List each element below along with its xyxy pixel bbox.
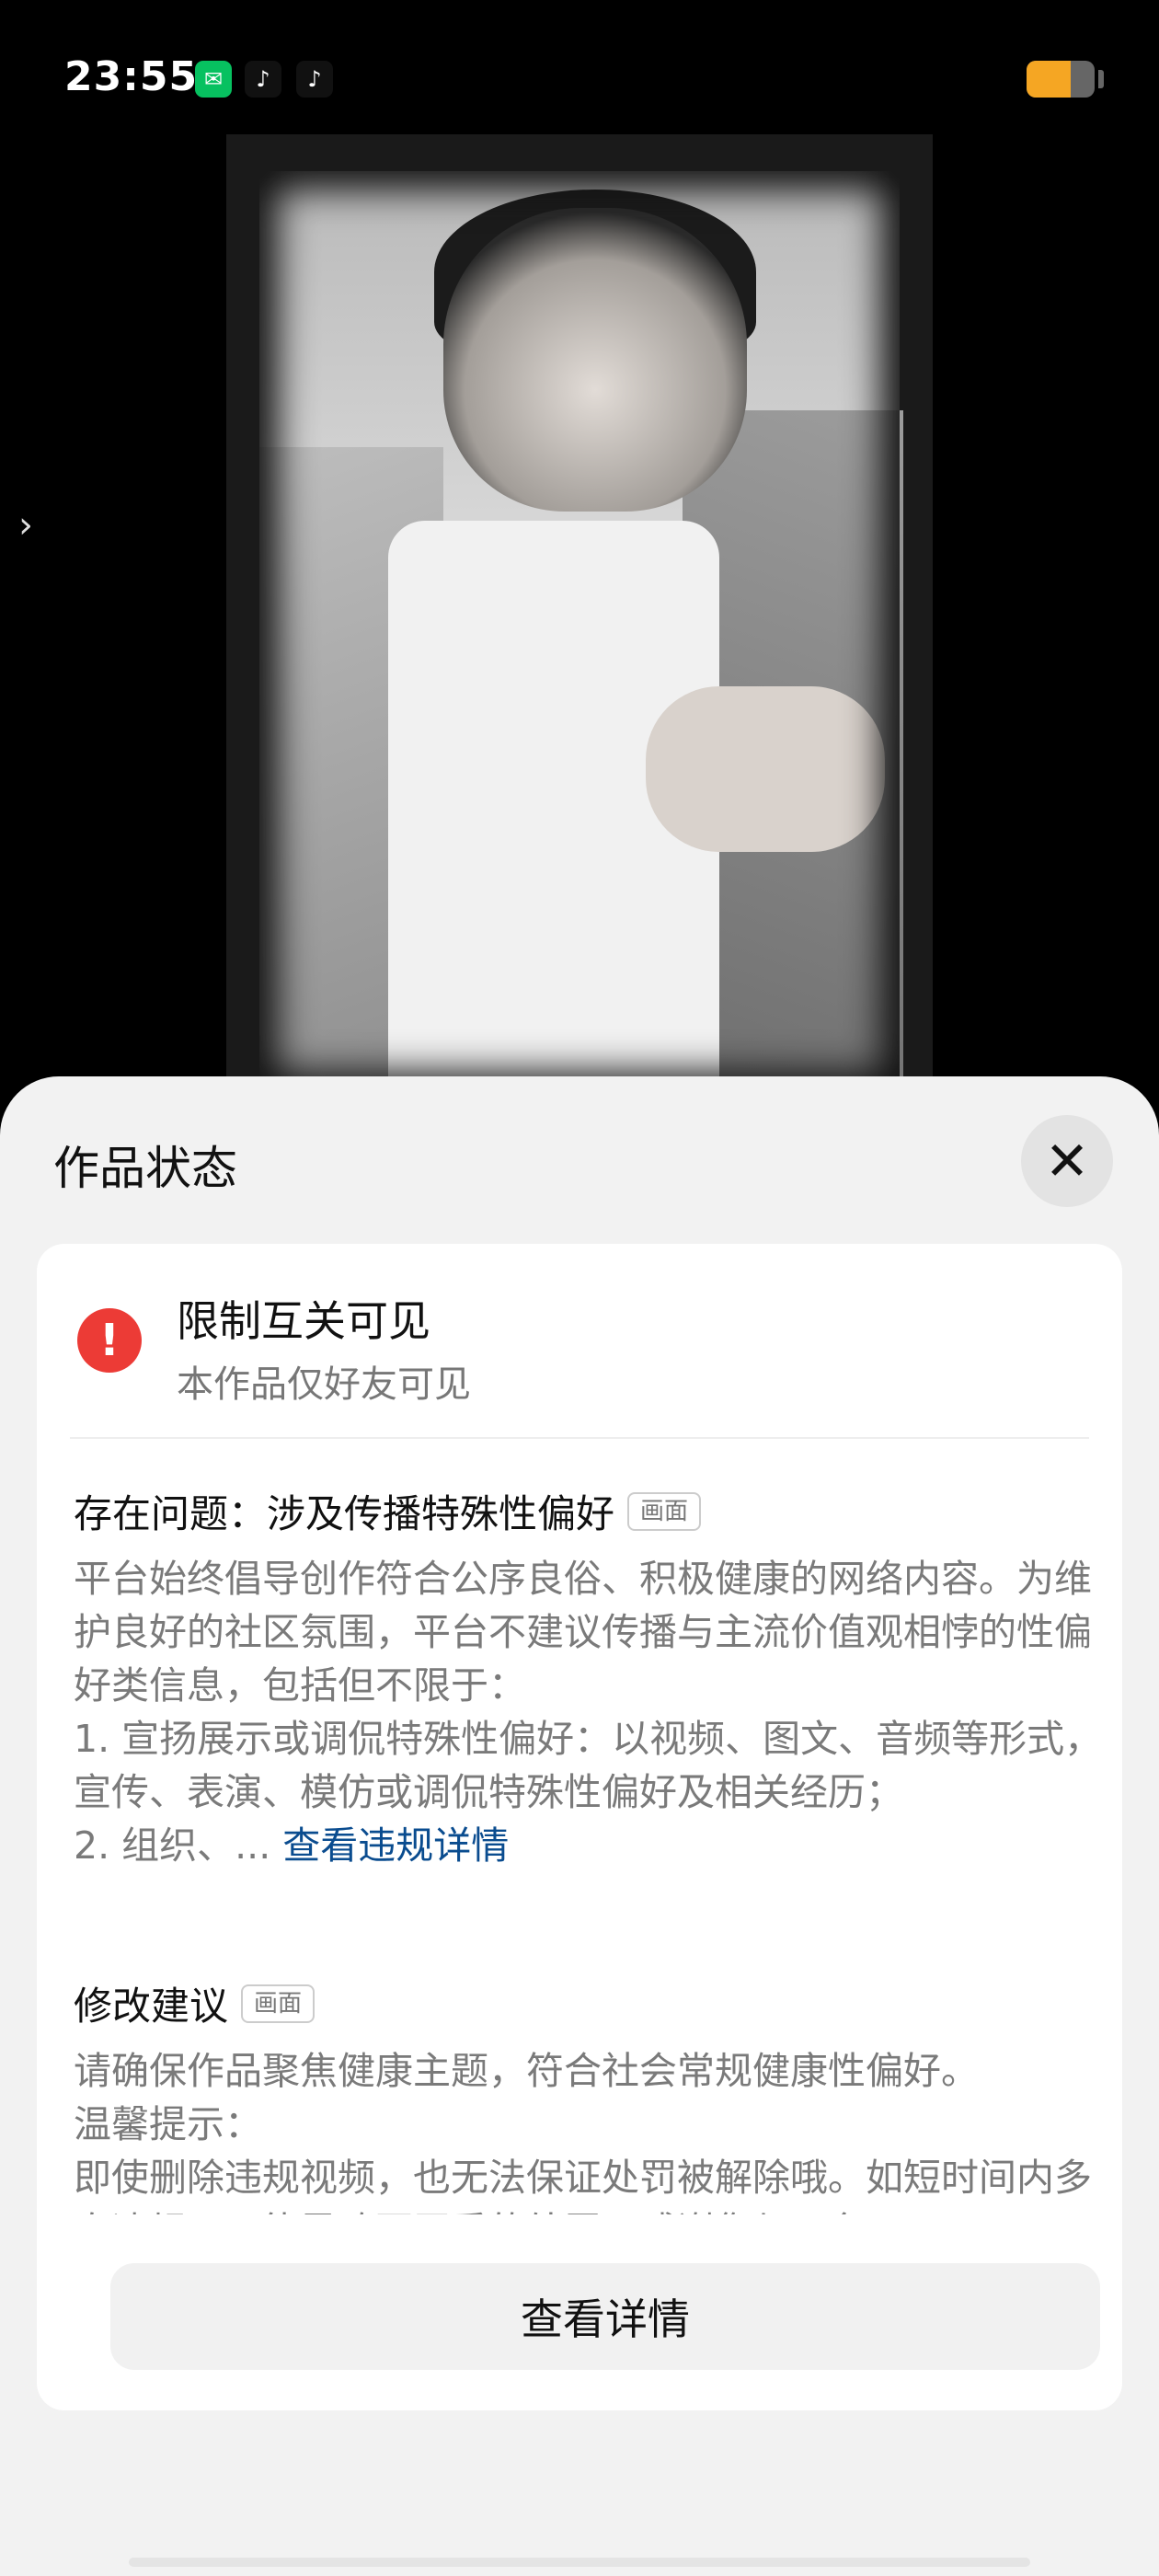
status-bar: 23:55 ✉ ♪ ♪ <box>0 0 1159 147</box>
battery-icon <box>1027 61 1095 98</box>
suggestion-body: 请确保作品聚焦健康主题，符合社会常规健康性偏好。 温馨提示： 即使删除违规视频，也无… <box>74 2049 1092 2214</box>
status-title: 限制互关可见 <box>177 1296 430 1346</box>
divider <box>70 1437 1089 1439</box>
status-time: 23:55 <box>64 53 199 100</box>
wechat-icon: ✉ <box>195 61 232 98</box>
suggestion-section: 修改建议 画面 请确保作品聚焦健康主题，符合社会常规健康性偏好。 温馨提示： 即使删… <box>74 1975 1113 2214</box>
battery-tip <box>1098 70 1104 88</box>
issue-tag: 画面 <box>627 1491 702 1531</box>
home-indicator[interactable] <box>129 2558 1030 2567</box>
battery-level <box>1027 61 1072 98</box>
issue-title: 存在问题：涉及传播特殊性偏好 <box>74 1491 615 1536</box>
tiktok-icon: ♪ <box>245 61 281 98</box>
suggestion-tag: 画面 <box>241 1984 316 2023</box>
view-details-button[interactable]: 查看详情 <box>110 2263 1100 2370</box>
issue-section: 存在问题：涉及传播特殊性偏好 画面 平台始终倡导创作符合公序良俗、积极健康的网络… <box>74 1483 1113 1872</box>
sheet-title: 作品状态 <box>53 1142 237 1195</box>
exclamation-icon: ! <box>77 1308 142 1373</box>
close-button[interactable]: ✕ <box>1021 1115 1113 1207</box>
video-frame <box>259 171 903 1086</box>
bottom-sheet: 作品状态 ✕ ! 限制互关可见 本作品仅好友可见 存在问题：涉及传播特殊性偏好 … <box>0 1076 1159 2576</box>
status-subtitle: 本作品仅好友可见 <box>177 1363 471 1406</box>
suggestion-title: 修改建议 <box>74 1984 229 2029</box>
status-card: ! 限制互关可见 本作品仅好友可见 存在问题：涉及传播特殊性偏好 画面 平台始终… <box>37 1244 1122 2410</box>
issue-body-text: 平台始终倡导创作符合公序良俗、积极健康的网络内容。为维护良好的社区氛围，平台不建… <box>74 1557 1103 1868</box>
tiktok-lite-icon: ♪ <box>296 61 333 98</box>
photo-edge <box>259 171 900 1086</box>
close-icon: ✕ <box>1044 1130 1090 1192</box>
violation-details-link[interactable]: 查看违规详情 <box>282 1823 509 1868</box>
video-preview[interactable] <box>226 134 933 1086</box>
chevron-right-icon[interactable]: › <box>18 504 33 546</box>
issue-body: 平台始终倡导创作符合公序良俗、积极健康的网络内容。为维护良好的社区氛围，平台不建… <box>74 1552 1113 1872</box>
